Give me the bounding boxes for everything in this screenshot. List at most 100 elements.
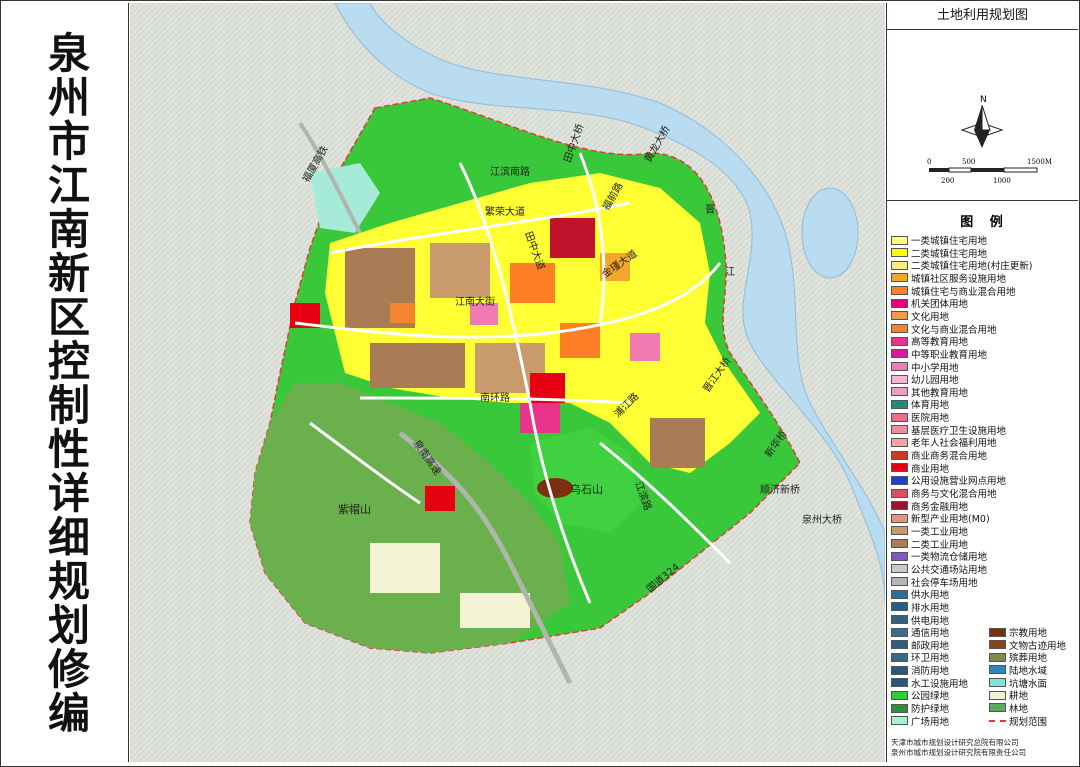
legend-item: 其他教育用地 bbox=[891, 386, 968, 399]
legend-swatch bbox=[989, 690, 1006, 700]
legend-item: 二类城镇住宅用地 bbox=[891, 247, 987, 260]
legend-item: 文物古迹用地 bbox=[989, 639, 1066, 652]
lake bbox=[801, 187, 859, 279]
legend-swatch bbox=[891, 602, 908, 612]
legend-swatch bbox=[989, 719, 1006, 722]
legend-swatch bbox=[891, 627, 908, 637]
land-use-map[interactable]: 福厦高铁 江滨南路 繁荣大道 田中大桥 黄龙大桥 田中大道 福前路 金瑾大道 江… bbox=[130, 3, 885, 762]
legend-swatch bbox=[891, 589, 908, 599]
legend-item: 防护绿地 bbox=[891, 702, 949, 715]
legend-item: 社会停车场用地 bbox=[891, 576, 978, 589]
legend-item: 公园绿地 bbox=[891, 689, 949, 702]
legend-item: 供电用地 bbox=[891, 614, 949, 627]
legend-item: 高等教育用地 bbox=[891, 335, 968, 348]
side-panel: 土地利用规划图 N 0 500 1500M 200 1000 图 例 一类城镇住… bbox=[886, 3, 1078, 762]
legend-title: 图 例 bbox=[960, 215, 1009, 230]
legend-swatch bbox=[891, 551, 908, 561]
legend-swatch bbox=[891, 577, 908, 587]
legend-item: 耕地 bbox=[989, 689, 1028, 702]
legend-item: 宗教用地 bbox=[989, 626, 1047, 639]
legend-item: 中小学用地 bbox=[891, 361, 959, 374]
label-nanhuan: 南环路 bbox=[480, 391, 510, 404]
legend-swatch bbox=[891, 488, 908, 498]
label-quanzhou-bridge: 泉州大桥 bbox=[802, 513, 842, 526]
legend-item: 排水用地 bbox=[891, 601, 949, 614]
legend-item: 公用设施营业网点用地 bbox=[891, 474, 1006, 487]
vertical-title: 泉州市江南新区控制性详细规划修编 bbox=[41, 30, 91, 735]
mixed-patch bbox=[390, 303, 415, 323]
legend-item: 二类工业用地 bbox=[891, 538, 968, 551]
wushishan-relic bbox=[537, 478, 573, 498]
legend-item: 一类城镇住宅用地 bbox=[891, 234, 987, 247]
legend-item: 体育用地 bbox=[891, 398, 949, 411]
legend-swatch bbox=[891, 248, 908, 258]
scale-label: 500 bbox=[962, 158, 975, 166]
legend-item: 陆地水域 bbox=[989, 664, 1047, 677]
scale-label: 0 bbox=[927, 158, 931, 166]
compass-and-scale: N 0 500 1500M 200 1000 bbox=[887, 30, 1078, 201]
label-jin: 晋 bbox=[705, 204, 715, 216]
map-canvas: 福厦高铁 江滨南路 繁荣大道 田中大桥 黄龙大桥 田中大道 福前路 金瑾大道 江… bbox=[130, 3, 885, 762]
legend: 图 例 一类城镇住宅用地 二类城镇住宅用地 二类城镇住宅用地(村庄更新) 城镇社区服务… bbox=[887, 201, 1078, 734]
legend-item: 供水用地 bbox=[891, 588, 949, 601]
legend-swatch bbox=[891, 652, 908, 662]
legend-swatch bbox=[891, 298, 908, 308]
legend-item: 机关团体用地 bbox=[891, 297, 968, 310]
legend-swatch bbox=[891, 501, 908, 511]
legend-swatch bbox=[891, 615, 908, 624]
label-zimaoshan: 紫帽山 bbox=[338, 503, 371, 516]
label-jiang: 江 bbox=[725, 266, 735, 278]
legend-swatch bbox=[891, 539, 908, 549]
legend-swatch bbox=[891, 703, 908, 713]
legend-item: 林地 bbox=[989, 702, 1028, 715]
legend-grid: 一类城镇住宅用地 二类城镇住宅用地 二类城镇住宅用地(村庄更新) 城镇社区服务设施用地… bbox=[891, 234, 1078, 734]
legend-item: 新型产业用地(M0) bbox=[891, 512, 990, 525]
scale-label: 1000 bbox=[993, 177, 1011, 185]
industrial-patch bbox=[370, 343, 465, 388]
farmland-patch bbox=[370, 543, 440, 593]
legend-swatch bbox=[891, 463, 908, 473]
legend-item: 公共交通场站用地 bbox=[891, 563, 987, 576]
legend-swatch bbox=[891, 665, 908, 675]
label-fanrong: 繁荣大道 bbox=[485, 205, 525, 218]
legend-item: 商业用地 bbox=[891, 462, 949, 475]
legend-swatch bbox=[891, 678, 908, 688]
legend-swatch bbox=[891, 399, 908, 409]
industrial-patch bbox=[650, 418, 705, 468]
commercial-patch bbox=[550, 218, 595, 258]
scale-label: 1500M bbox=[1027, 158, 1052, 166]
legend-item: 文化用地 bbox=[891, 310, 949, 323]
legend-item: 幼儿园用地 bbox=[891, 373, 959, 386]
legend-item: 商务金融用地 bbox=[891, 500, 968, 513]
legend-item: 邮政用地 bbox=[891, 639, 949, 652]
legend-swatch bbox=[891, 716, 908, 726]
industrial-patch bbox=[430, 243, 490, 298]
label-jiangnan: 江南大街 bbox=[455, 295, 495, 308]
legend-swatch bbox=[989, 678, 1006, 688]
north-arrow-icon: N 0 500 1500M 200 1000 bbox=[927, 95, 1052, 185]
legend-item: 通信用地 bbox=[891, 626, 949, 639]
legend-swatch bbox=[891, 362, 908, 371]
legend-item: 广场用地 bbox=[891, 715, 950, 728]
legend-swatch bbox=[891, 260, 908, 270]
footer: 天津市城市规划设计研究总院有限公司 泉州市城市规划设计研究院有限责任公司 bbox=[891, 738, 1026, 758]
legend-swatch bbox=[989, 665, 1006, 675]
legend-label: 广场用地 bbox=[911, 716, 950, 728]
legend-swatch bbox=[891, 475, 908, 485]
education-patch bbox=[630, 333, 660, 361]
education-patch bbox=[520, 403, 560, 433]
legend-item: 规划范围 bbox=[989, 715, 1047, 728]
legend-item: 坑塘水面 bbox=[989, 677, 1047, 690]
footer-line: 泉州市城市规划设计研究院有限责任公司 bbox=[891, 748, 1026, 757]
legend-swatch bbox=[891, 564, 908, 574]
legend-swatch bbox=[891, 640, 908, 650]
legend-swatch bbox=[891, 374, 908, 384]
legend-swatch bbox=[891, 412, 908, 422]
legend-item: 医院用地 bbox=[891, 411, 949, 424]
title-column: 泉州市江南新区控制性详细规划修编 bbox=[3, 3, 129, 762]
legend-swatch bbox=[891, 425, 908, 435]
mixed-patch bbox=[510, 263, 555, 303]
legend-swatch bbox=[891, 273, 908, 283]
label-jiangbin: 江滨南路 bbox=[490, 165, 530, 178]
legend-swatch bbox=[891, 450, 908, 460]
